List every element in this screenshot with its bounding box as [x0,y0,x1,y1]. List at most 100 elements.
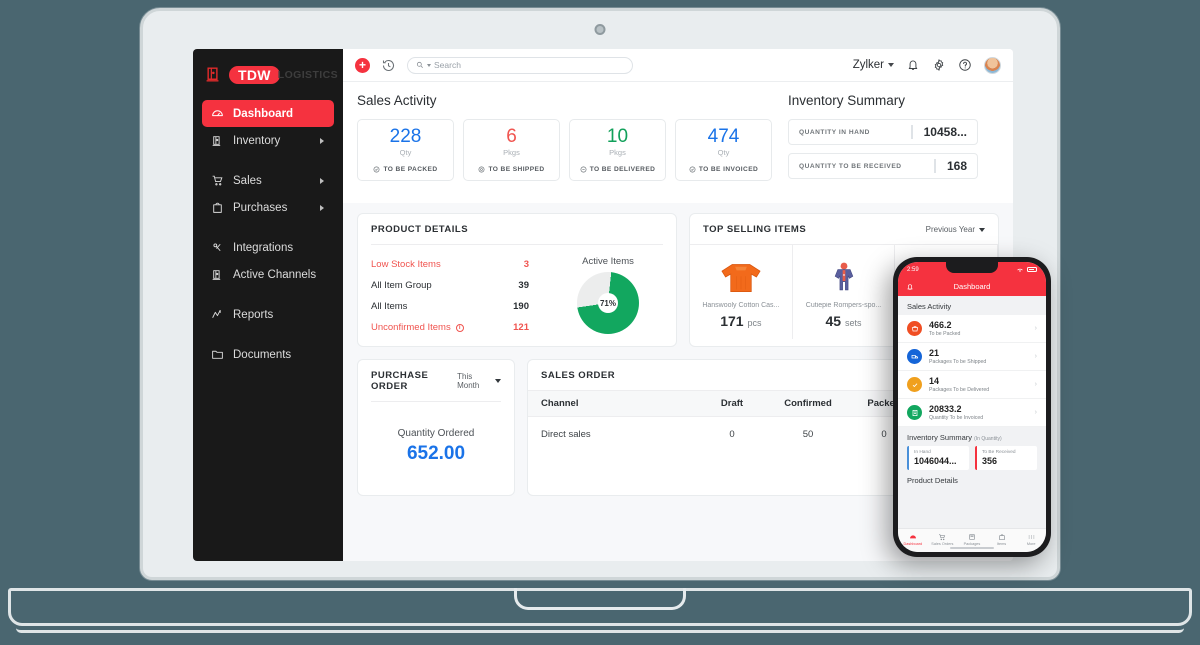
qty-value: 171 [720,312,744,329]
inventory-row-quantity-to-be-received[interactable]: QUANTITY TO BE RECEIVED 168 [788,153,978,179]
phone-inventory-to-be-received[interactable]: To Be Received 356 [975,446,1037,470]
phone-status-icons [1016,267,1037,273]
column-header-confirmed[interactable]: Confirmed [770,390,846,417]
phone-activity-label: Packages To be Delivered [929,387,990,393]
question-circle-icon[interactable] [958,58,972,72]
sales-activity-cards: 228 Qty TO BE PACKED 6 Pkgs TO BE SHIPPE… [357,119,772,181]
bell-icon[interactable] [906,283,914,291]
phone-activity-value: 21 [929,348,940,358]
sidebar-item-integrations[interactable]: Integrations [202,234,334,261]
package-icon [957,532,987,541]
chevron-right-icon [320,204,324,211]
clock-history-icon[interactable] [381,58,396,73]
phone-tab-packages[interactable]: Packages [957,532,987,546]
chevron-right-icon: › [1034,409,1037,416]
phone-inventory-subtitle: (In Quantity) [974,436,1002,442]
sidebar-item-reports[interactable]: Reports [202,301,334,328]
row-label: Unconfirmed Items [371,322,451,333]
product-row-unconfirmed-items[interactable]: Unconfirmed Items i 121 [371,317,553,338]
phone-home-indicator [950,546,994,549]
phone-activity-item[interactable]: 21 Packages To be Shipped › [898,343,1046,371]
sidebar-item-inventory[interactable]: Inventory [202,127,334,154]
panel-title: PRODUCT DETAILS [371,224,469,235]
brand-logo[interactable]: TDW LOGISTICS [193,57,343,100]
phone-inventory-in-hand[interactable]: In Hand 1046044... [907,446,969,470]
wifi-icon [1017,268,1023,272]
sales-activity-title: Sales Activity [357,93,437,108]
integrations-icon [211,241,224,254]
activity-card-to-be-delivered[interactable]: 10 Pkgs TO BE DELIVERED [569,119,666,181]
phone-nav-title: Dashboard [953,282,991,291]
phone-activity-text: 466.2 To be Packed [929,320,960,337]
basket-icon [907,321,922,336]
more-dots-icon [1016,532,1046,541]
blue-romper-icon [829,256,859,298]
org-switcher[interactable]: Zylker [853,59,894,71]
inventory-label: QUANTITY TO BE RECEIVED [799,162,902,170]
sidebar-item-sales[interactable]: Sales [202,167,334,194]
avatar[interactable] [984,56,1001,74]
cell-channel: Direct sales [541,429,591,440]
phone-inventory-title-text: Inventory Summary [907,433,973,442]
bell-icon[interactable] [906,58,920,72]
shopping-cart-icon [928,532,958,541]
purchase-order-filter[interactable]: This Month [457,372,501,390]
box-value: 356 [982,456,998,466]
sidebar-item-active-channels[interactable]: Active Channels [202,261,334,288]
top-selling-item[interactable]: Hanswooly Cotton Cas... 171 pcs [690,245,793,339]
activity-unit: Qty [399,148,412,157]
inventory-row-quantity-in-hand[interactable]: QUANTITY IN HAND 10458... [788,119,978,145]
column-header-channel[interactable]: Channel [528,390,694,417]
chevron-down-icon[interactable] [427,63,431,67]
phone-inventory-title: Inventory Summary (In Quantity) [898,427,1046,446]
panel-header: TOP SELLING ITEMS Previous Year [690,214,998,244]
nav-divider [193,221,343,234]
inventory-box-icon [211,134,224,147]
phone-activity-item[interactable]: 466.2 To be Packed › [898,315,1046,343]
top-selling-item[interactable]: Cutiepie Rompers-spo... 45 sets [793,245,896,339]
activity-label: TO BE PACKED [383,166,438,173]
sidebar-item-dashboard[interactable]: Dashboard [202,100,334,127]
sidebar-item-documents[interactable]: Documents [202,341,334,368]
shopping-cart-icon [211,174,224,187]
activity-card-to-be-invoiced[interactable]: 474 Qty TO BE INVOICED [675,119,772,181]
tab-label: Sales Orders [931,542,954,546]
column-header-draft[interactable]: Draft [694,390,770,417]
phone-tab-items[interactable]: Items [987,532,1017,546]
row-value: 190 [513,301,529,312]
activity-card-to-be-shipped[interactable]: 6 Pkgs TO BE SHIPPED [463,119,560,181]
product-row-all-items[interactable]: All Items 190 [371,296,553,317]
phone-mockup: 2:59 Dashboard Sales Activity 466.2 To b… [893,257,1051,557]
phone-tab-more[interactable]: More [1016,532,1046,546]
phone-tab-sales-orders[interactable]: Sales Orders [928,532,958,546]
nav-divider [193,288,343,301]
gear-icon[interactable] [932,58,946,72]
chevron-right-icon: › [1034,353,1037,360]
activity-unit: Qty [717,148,730,157]
tab-label: Items [996,542,1007,546]
panel-header: PURCHASE ORDER This Month [358,360,514,401]
nav-divider [193,328,343,341]
nav-divider [193,154,343,167]
product-row-all-item-group[interactable]: All Item Group 39 [371,275,553,296]
sidebar-item-purchases[interactable]: Purchases [202,194,334,221]
phone-tab-dashboard[interactable]: Dashboard [898,532,928,546]
qty-value: 45 [825,312,842,329]
inventory-label: QUANTITY IN HAND [799,128,870,136]
phone-activity-item[interactable]: 14 Packages To be Delivered › [898,371,1046,399]
sales-activity-section: Sales Activity 228 Qty TO BE PACKED 6 Pk… [357,93,772,187]
qty-unit: pcs [747,317,762,328]
reports-chart-icon [211,308,224,321]
chevron-right-icon: › [1034,381,1037,388]
top-selling-filter[interactable]: Previous Year [926,225,985,234]
activity-card-to-be-packed[interactable]: 228 Qty TO BE PACKED [357,119,454,181]
inventory-value: 168 [933,159,967,173]
phone-activity-item[interactable]: 20833.2 Quantity To be Invoiced › [898,399,1046,427]
product-row-low-stock-items[interactable]: Low Stock Items 3 [371,254,553,275]
info-icon[interactable]: i [455,323,464,332]
search-input[interactable]: Search [407,56,633,74]
product-details-body: Low Stock Items 3 All Item Group 39 All … [358,245,676,338]
chevron-down-icon [979,227,985,232]
add-button[interactable]: + [355,57,370,73]
activity-value: 10 [606,126,629,147]
